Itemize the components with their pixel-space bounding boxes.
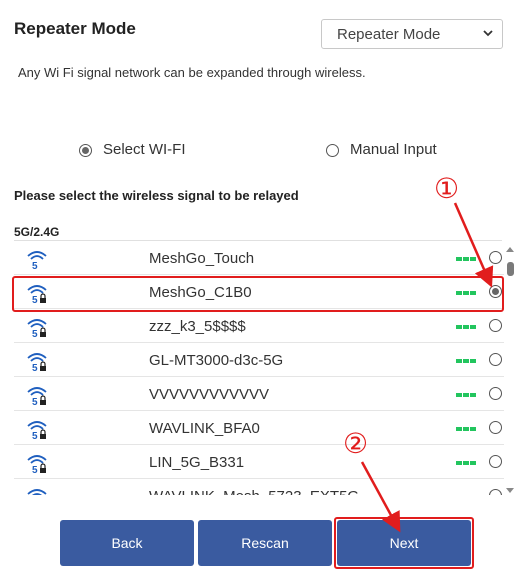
- arrow-to-selected-network: [453, 202, 494, 288]
- annotation-arrows: [360, 202, 494, 533]
- arrow-to-next-button: [360, 461, 401, 533]
